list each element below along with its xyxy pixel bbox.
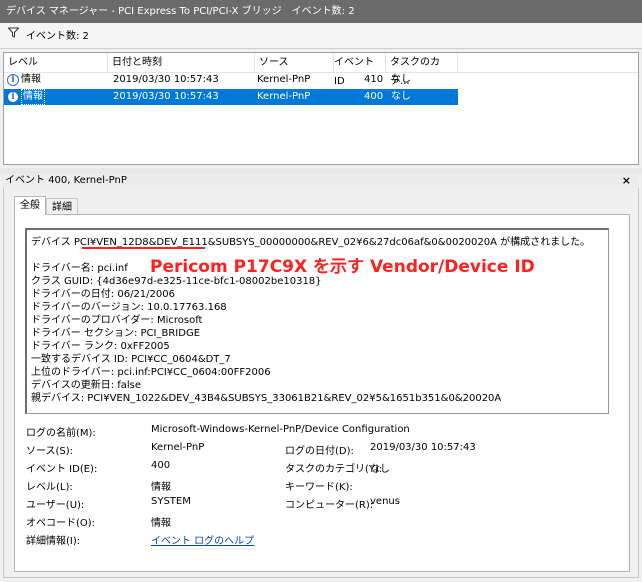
opcode-value[interactable]: 情報	[151, 514, 171, 529]
row-task: なし	[391, 91, 411, 102]
column-header-source[interactable]: ソース	[255, 53, 334, 72]
close-icon[interactable]: ×	[622, 174, 631, 188]
row-event-id: 400	[364, 91, 384, 102]
log-name-label: ログの名前(M):	[26, 428, 96, 439]
task-category-label: タスクのカテゴリ(Y):	[285, 464, 383, 475]
row-source: Kernel-PnP	[257, 74, 311, 85]
detail-title: イベント 400, Kernel-PnP	[5, 175, 127, 186]
tab-general[interactable]: 全般	[14, 196, 46, 215]
column-header-event-id[interactable]: イベント ID	[334, 53, 386, 87]
user-value[interactable]: SYSTEM	[151, 496, 191, 507]
column-header-datetime[interactable]: 日付と時刻	[108, 53, 255, 72]
detail-header: イベント 400, Kernel-PnP ×	[3, 174, 639, 188]
row-source: Kernel-PnP	[257, 91, 311, 102]
general-tab-page: デバイス PCI¥VEN_12D8&DEV_E111&SUBSYS_000000…	[14, 214, 630, 572]
row-level: 情報	[21, 74, 41, 85]
user-label: ユーザー(U):	[26, 500, 85, 511]
opcode-label: オペコード(O):	[26, 518, 96, 529]
event-id-value[interactable]: 400	[151, 460, 170, 471]
source-value[interactable]: Kernel-PnP	[151, 442, 204, 453]
row-datetime: 2019/03/30 10:57:43	[113, 74, 219, 85]
list-header: レベル 日付と時刻 ソース イベント ID タスクのカテ...	[4, 53, 638, 87]
row-datetime: 2019/03/30 10:57:43	[113, 91, 219, 102]
log-name-value[interactable]: Microsoft-Windows-Kernel-PnP/Device Conf…	[151, 424, 410, 435]
keywords-label: キーワード(K):	[285, 482, 353, 493]
computer-value[interactable]: venus	[370, 496, 400, 507]
row-event-id: 410	[364, 74, 384, 85]
event-count-label: イベント数: 2	[26, 31, 89, 42]
table-row-selected[interactable]: i 情報 2019/03/30 10:57:43 Kernel-PnP 400 …	[4, 89, 458, 105]
logged-value[interactable]: 2019/03/30 10:57:43	[370, 442, 476, 453]
logged-label: ログの日付(D):	[285, 446, 354, 457]
computer-label: コンピューター(R):	[285, 500, 374, 511]
event-description[interactable]: デバイス PCI¥VEN_12D8&DEV_E111&SUBSYS_000000…	[25, 228, 609, 414]
event-id-label: イベント ID(E):	[26, 464, 98, 475]
description-line: デバイス PCI¥VEN_12D8&DEV_E111&SUBSYS_000000…	[31, 237, 591, 248]
filter-icon[interactable]	[7, 23, 20, 49]
more-info-label: 詳細情報(I):	[26, 536, 81, 547]
tab-details[interactable]: 詳細	[46, 198, 78, 215]
info-icon: i	[7, 74, 19, 86]
level-label: レベル(L):	[26, 482, 73, 493]
level-value[interactable]: 情報	[151, 478, 171, 493]
info-icon: i	[7, 91, 19, 103]
task-category-value[interactable]: なし	[370, 460, 390, 475]
table-row[interactable]: i 情報 2019/03/30 10:57:43 Kernel-PnP 410 …	[4, 72, 458, 88]
event-detail-pane: 詳細 デバイス PCI¥VEN_12D8&DEV_E111&SUBSYS_000…	[3, 188, 639, 578]
source-label: ソース(S):	[26, 446, 74, 457]
event-list[interactable]: レベル 日付と時刻 ソース イベント ID タスクのカテ... i 情報 201…	[3, 52, 639, 165]
filter-bar: イベント数: 2	[0, 23, 642, 49]
window-title: デバイス マネージャー - PCI Express To PCI/PCI-X ブ…	[0, 0, 642, 23]
row-task: なし	[391, 74, 411, 85]
column-header-task[interactable]: タスクのカテ...	[386, 53, 458, 87]
annotation-underline	[82, 247, 205, 249]
event-log-help-link[interactable]: イベント ログのヘルプ	[151, 532, 254, 547]
description-line: 親デバイス: PCI¥VEN_1022&DEV_43B4&SUBSYS_3306…	[31, 393, 502, 404]
column-header-level[interactable]: レベル	[4, 53, 108, 72]
row-level: 情報	[21, 89, 45, 105]
